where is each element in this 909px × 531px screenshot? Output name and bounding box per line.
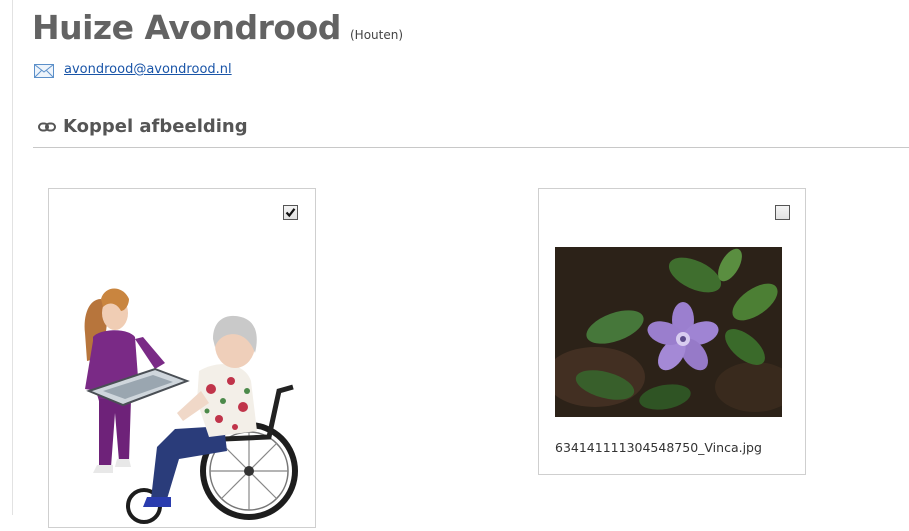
- section-heading: Koppel afbeelding: [38, 116, 248, 137]
- image-select-checkbox-unchecked[interactable]: [775, 205, 790, 220]
- section-divider: [33, 147, 909, 148]
- left-border: [12, 0, 13, 515]
- image-card[interactable]: [48, 188, 316, 528]
- chain-link-icon: [38, 117, 56, 131]
- image-card[interactable]: 634141111304548750_Vinca.jpg: [538, 188, 806, 475]
- organization-city: (Houten): [350, 28, 404, 42]
- envelope-icon: [34, 63, 54, 78]
- email-link[interactable]: avondrood@avondrood.nl: [64, 62, 232, 77]
- vinca-flower-photo: [555, 247, 782, 417]
- page-title: Huize Avondrood (Houten): [32, 8, 403, 47]
- section-title: Koppel afbeelding: [63, 116, 248, 137]
- image-select-checkbox-checked[interactable]: [283, 205, 298, 220]
- image-caption: 634141111304548750_Vinca.jpg: [555, 440, 762, 455]
- nurse-wheelchair-photo: [84, 288, 298, 524]
- checkmark-icon: [285, 208, 296, 218]
- organization-name: Huize Avondrood: [32, 8, 341, 47]
- email-row: avondrood@avondrood.nl: [34, 62, 232, 78]
